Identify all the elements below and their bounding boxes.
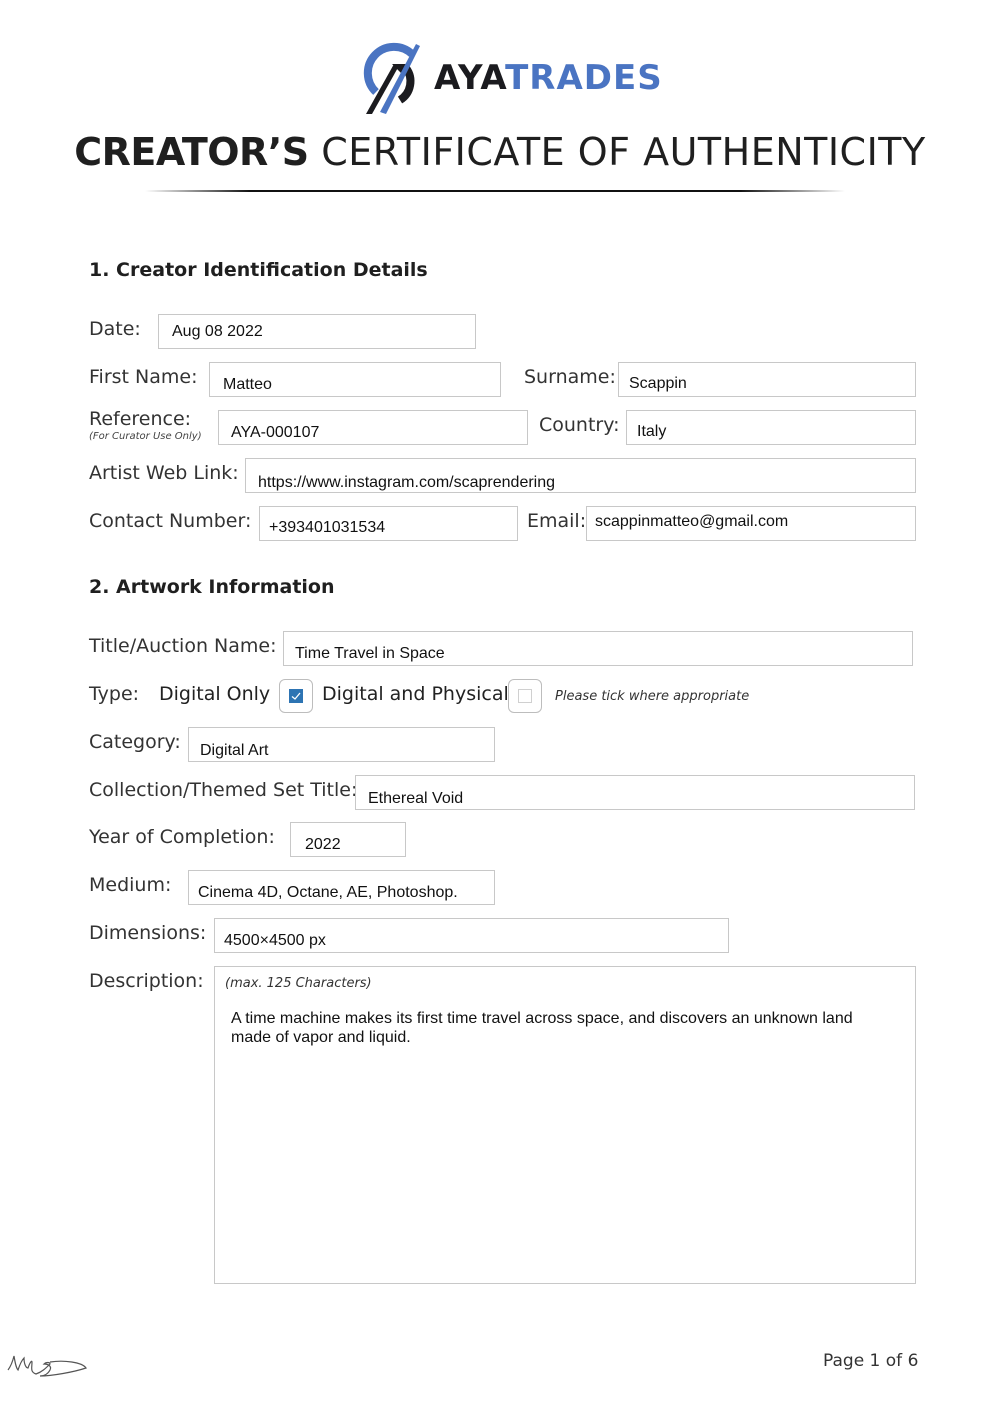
title-field[interactable]: Time Travel in Space [283,631,913,666]
country-field[interactable]: Italy [626,410,916,445]
certificate-title: CREATOR’S CERTIFICATE OF AUTHENTICITY [0,130,1000,174]
web-link-label: Artist Web Link: [89,462,239,484]
checkbox-checked-fill [289,689,303,703]
title-bold: CREATOR’S [74,130,309,174]
reference-sublabel: (For Curator Use Only) [89,431,202,442]
first-name-label: First Name: [89,366,198,388]
country-label: Country: [539,414,620,436]
type-digital-physical-label: Digital and Physical [322,683,509,705]
medium-field[interactable]: Cinema 4D, Octane, AE, Photoshop. [188,870,495,905]
contact-number-field[interactable]: +393401031534 [259,506,518,541]
description-value: A time machine makes its first time trav… [231,1010,853,1046]
title-divider [145,190,845,192]
surname-value: Scappin [629,375,687,392]
type-label: Type: [89,683,140,705]
email-label: Email: [527,510,587,532]
contact-number-value: +393401031534 [269,519,386,536]
web-link-field[interactable]: https://www.instagram.com/scaprendering [245,458,916,493]
dimensions-field[interactable]: 4500×4500 px [214,918,729,953]
reference-field[interactable]: AYA-000107 [218,410,528,445]
digital-only-checkbox[interactable] [279,679,313,713]
type-hint: Please tick where appropriate [555,689,750,704]
medium-value: Cinema 4D, Octane, AE, Photoshop. [198,884,458,901]
page-indicator: Page 1 of 6 [823,1351,919,1371]
ayatrades-wordmark: AYATRADES [434,58,663,98]
signature-icon [7,1355,87,1377]
reference-value: AYA-000107 [231,424,320,441]
year-value: 2022 [305,836,341,853]
medium-label: Medium: [89,874,172,896]
date-value: Aug 08 2022 [172,323,263,340]
title-value: Time Travel in Space [295,645,445,662]
description-hint: (max. 125 Characters) [225,976,372,991]
country-value: Italy [637,423,667,440]
ayatrades-logo: AYATRADES [362,40,662,118]
surname-label: Surname: [524,366,616,388]
year-field[interactable]: 2022 [290,822,406,857]
title-light: CERTIFICATE OF AUTHENTICITY [321,130,926,174]
checkmark-icon [291,692,301,700]
dimensions-value: 4500×4500 px [224,932,326,949]
first-name-value: Matteo [223,376,272,393]
checkbox-empty [518,689,532,703]
web-link-value: https://www.instagram.com/scaprendering [258,474,556,491]
collection-label: Collection/Themed Set Title: [89,779,358,801]
category-label: Category: [89,731,181,753]
reference-label: Reference: [89,408,192,430]
dimensions-label: Dimensions: [89,922,207,944]
ayatrades-logo-icon [363,42,420,114]
digital-and-physical-checkbox[interactable] [508,679,542,713]
category-field[interactable]: Digital Art [188,727,495,762]
section-2-heading: 2. Artwork Information [89,576,335,598]
surname-field[interactable]: Scappin [618,362,916,397]
wordmark-dark: AYA [434,58,506,98]
collection-value: Ethereal Void [368,790,464,807]
year-label: Year of Completion: [89,826,275,848]
category-value: Digital Art [200,742,269,759]
date-label: Date: [89,318,141,340]
date-field[interactable]: Aug 08 2022 [158,314,476,349]
signature [2,1348,92,1384]
type-digital-only-label: Digital Only [159,683,271,705]
email-value: scappinmatteo@gmail.com [595,513,789,530]
section-1-heading: 1. Creator Identification Details [89,259,428,281]
email-field[interactable]: scappinmatteo@gmail.com [586,506,916,541]
wordmark-blue: TRADES [505,58,663,98]
description-field[interactable]: (max. 125 Characters) A time machine mak… [214,966,916,1284]
collection-field[interactable]: Ethereal Void [355,775,915,810]
title-label: Title/Auction Name: [89,635,277,657]
description-label: Description: [89,970,204,992]
first-name-field[interactable]: Matteo [209,362,501,397]
contact-number-label: Contact Number: [89,510,252,532]
